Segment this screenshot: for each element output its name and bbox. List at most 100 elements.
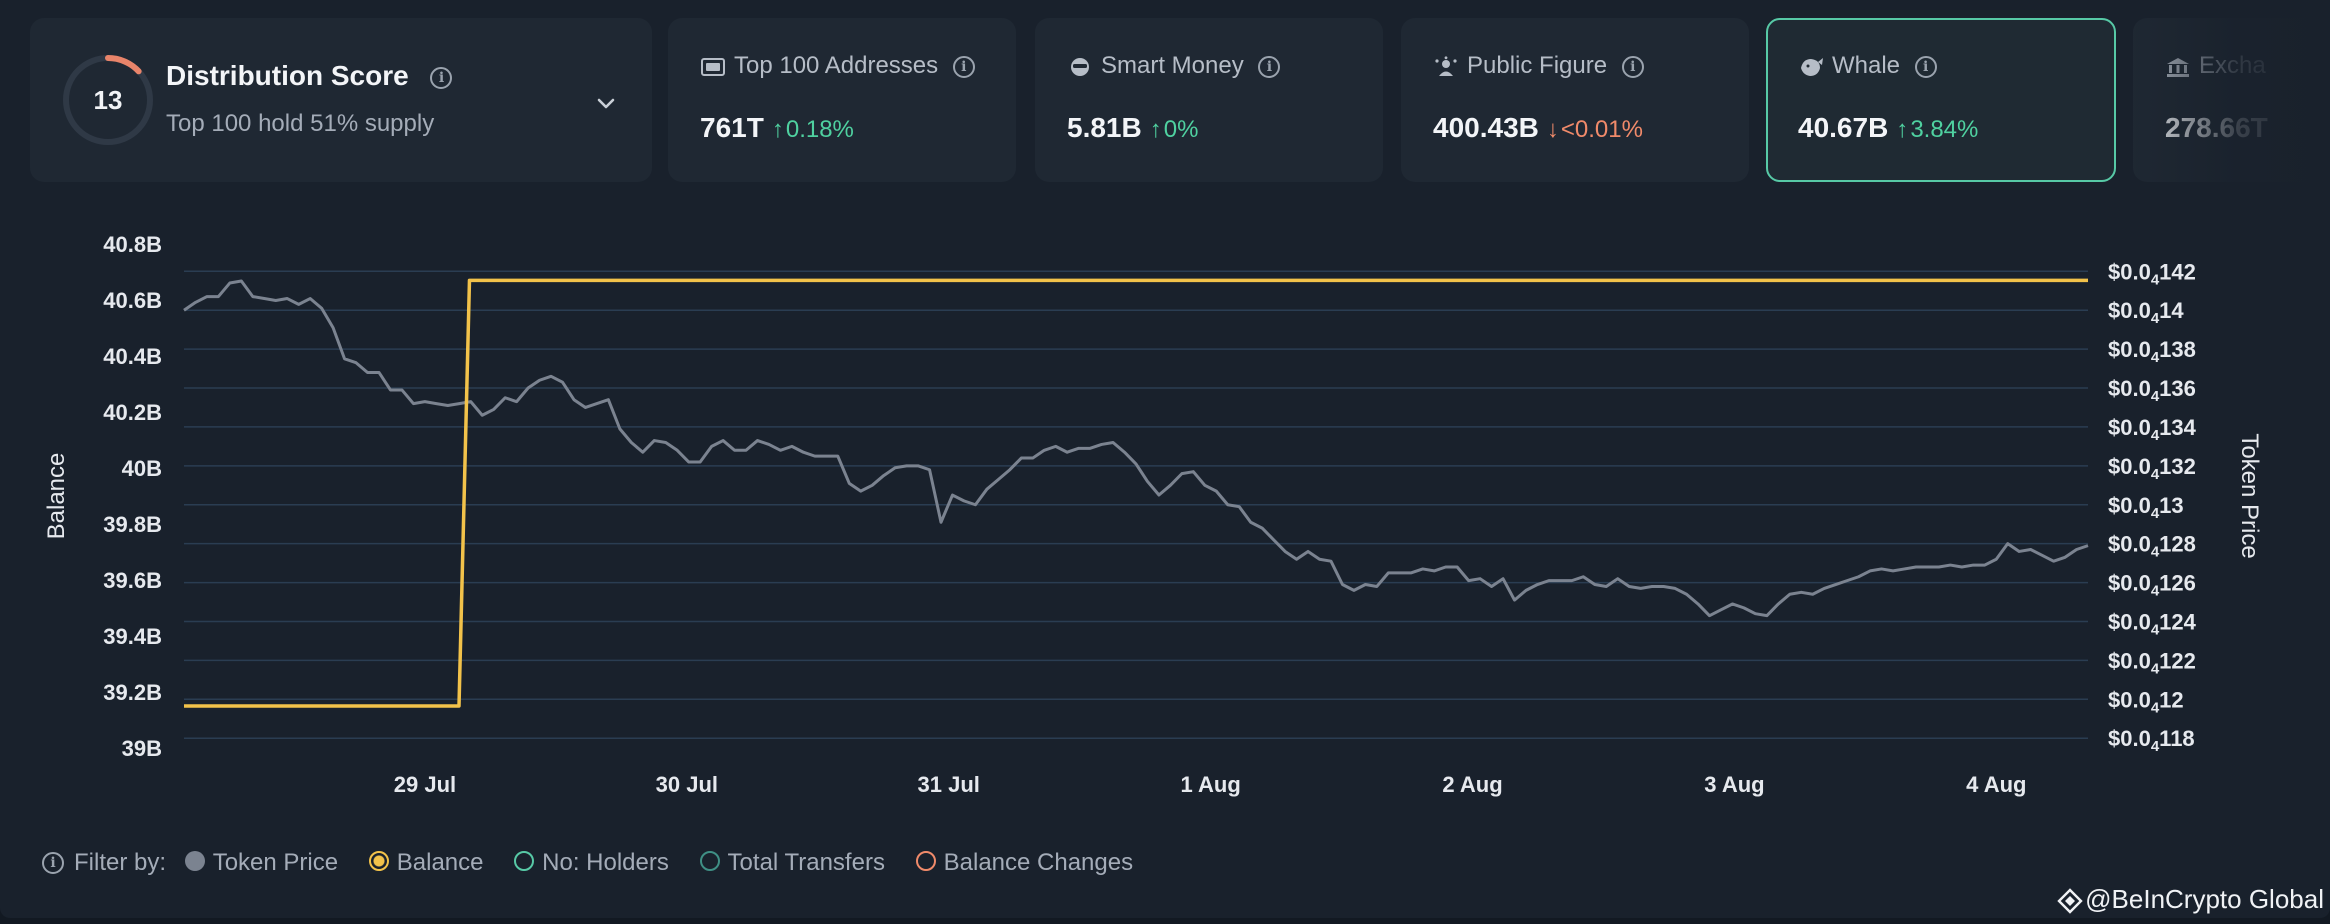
filter-item-label: No: Holders	[542, 848, 669, 876]
filter-label: i Filter by:	[42, 849, 166, 877]
stat-change-text: 0%	[1163, 116, 1199, 143]
left-axis-tick-label: 39.4B	[103, 624, 162, 649]
filter-balance[interactable]: Balance	[368, 848, 484, 877]
filter-dot-icon	[184, 851, 205, 872]
stat-value-row: 278.66T	[2165, 112, 2268, 144]
stat-card-header: Public Figure i	[1433, 52, 1644, 80]
x-axis-tick-label: 31 Jul	[918, 772, 980, 797]
distribution-score-title-text: Distribution Score	[166, 60, 409, 91]
left-axis-tick-label: 40.2B	[103, 400, 162, 425]
right-axis-ticks: $0.04142 $0.0414 $0.04138 $0.04136 $0.04134 $…	[2108, 259, 2197, 755]
stat-change-text: 0.18%	[785, 116, 854, 143]
filter-label-text: Filter by:	[74, 848, 167, 876]
left-axis-tick-label: 39.8B	[103, 512, 162, 537]
stat-label: Public Figure	[1467, 52, 1608, 79]
distribution-score-card[interactable]: 13 Distribution Score i Top 100 hold 51%…	[30, 18, 652, 182]
x-axis-tick-label: 30 Jul	[656, 772, 718, 797]
stat-value: 40.67B	[1798, 112, 1889, 143]
left-axis-tick-label: 40.6B	[103, 288, 162, 313]
beincrypto-logo-icon	[2057, 888, 2083, 914]
stat-change: ↑ 3.84%	[1896, 116, 1979, 143]
watermark-text: @BeInCrypto Global	[2085, 884, 2324, 914]
stat-label: Smart Money	[1101, 52, 1244, 79]
info-icon[interactable]: i	[430, 66, 453, 89]
left-axis-tick-label: 39.6B	[103, 568, 162, 593]
stat-value-row: 400.43B ↓ <0.01%	[1433, 112, 1643, 144]
filter-token-price[interactable]: Token Price	[184, 848, 339, 877]
right-axis-tick-label: $0.0414	[2108, 298, 2184, 327]
whale-icon	[1801, 57, 1823, 76]
stat-card-exchange[interactable]: Excha 278.66T	[2133, 18, 2330, 182]
filter-balance-changes[interactable]: Balance Changes	[915, 849, 1133, 877]
filter-total-transfers[interactable]: Total Transfers	[699, 849, 885, 877]
stat-card-smart-money[interactable]: Smart Money i 5.81B ↑ 0%	[1035, 18, 1383, 182]
stat-card-header: Top 100 Addresses i	[700, 52, 975, 80]
info-icon[interactable]: i	[1914, 55, 1937, 78]
chevron-down-icon[interactable]	[596, 94, 616, 114]
right-axis-tick-label: $0.0412	[2108, 687, 2184, 716]
left-axis-tick-label: 40B	[122, 456, 162, 481]
stat-change: ↓ <0.01%	[1546, 116, 1643, 143]
stat-value: 278.66T	[2165, 112, 2268, 143]
info-icon[interactable]: i	[952, 55, 975, 78]
stat-value: 5.81B	[1067, 112, 1142, 143]
stat-card-header: Smart Money i	[1067, 52, 1281, 80]
stat-label: Top 100 Addresses	[734, 52, 939, 79]
balance-series-line[interactable]	[184, 278, 2088, 708]
filter-bar: i Filter by: Token Price Balance No: Hold…	[42, 848, 1157, 877]
distribution-panel: 13 Distribution Score i Top 100 hold 51%…	[0, 0, 2330, 918]
stat-value-row: 761T ↑ 0.18%	[700, 112, 854, 144]
stat-card-public-figure[interactable]: Public Figure i 400.43B ↓ <0.01%	[1401, 18, 1749, 182]
filter-item-label: Balance	[396, 848, 484, 876]
filter-dot-icon	[915, 851, 936, 872]
distribution-score-value: 13	[93, 85, 123, 115]
stat-card-whale[interactable]: Whale i 40.67B ↑ 3.84%	[1766, 18, 2116, 182]
info-icon[interactable]: i	[1621, 55, 1644, 78]
stat-card-top-100-addresses[interactable]: Top 100 Addresses i 761T ↑ 0.18%	[668, 18, 1016, 182]
smart-money-icon	[1071, 57, 1089, 76]
left-axis-tick-label: 40.8B	[103, 232, 162, 257]
x-axis-tick-label: 3 Aug	[1704, 772, 1764, 797]
exchange-icon	[2167, 57, 2189, 77]
x-axis-tick-label: 2 Aug	[1442, 772, 1502, 797]
right-axis-tick-label: $0.04136	[2108, 376, 2196, 405]
stat-card-header: Whale i	[1798, 52, 1937, 80]
x-axis-tick-label: 4 Aug	[1966, 772, 2026, 797]
filter-no-holders[interactable]: No: Holders	[514, 849, 669, 877]
watermark: @BeInCrypto Global	[2057, 884, 2324, 915]
stat-value: 400.43B	[1433, 112, 1539, 143]
right-axis-tick-label: $0.04122	[2108, 648, 2196, 677]
stat-value-row: 40.67B ↑ 3.84%	[1798, 112, 1978, 144]
x-axis-tick-label: 29 Jul	[394, 772, 456, 797]
left-axis-label: Balance	[43, 453, 70, 540]
left-axis-ticks: 40.8B 40.6B 40.4B 40.2B 40B 39.8B 39.6B 39.4B 39…	[103, 232, 162, 761]
x-axis-tick-label: 1 Aug	[1180, 772, 1240, 797]
right-axis-tick-label: $0.0413	[2108, 493, 2184, 522]
right-axis-tick-label: $0.04124	[2108, 609, 2197, 638]
right-axis-label: Token Price	[2236, 433, 2263, 558]
x-axis-ticks: 29 Jul 30 Jul 31 Jul 1 Aug 2 Aug 3 Aug 4 Aug	[394, 772, 2027, 797]
filter-radio-selected-icon	[368, 851, 389, 872]
right-axis-tick-label: $0.04132	[2108, 454, 2196, 483]
left-axis-tick-label: 40.4B	[103, 344, 162, 369]
stat-change-text: <0.01%	[1560, 116, 1643, 143]
info-icon[interactable]: i	[42, 852, 64, 875]
stat-card-header: Excha	[2165, 52, 2266, 80]
balance-token-price-chart[interactable]: 40.8B 40.6B 40.4B 40.2B 40B 39.8B 39.6B 39.4B 39…	[0, 210, 2330, 810]
left-axis-tick-label: 39.2B	[103, 680, 162, 705]
filter-dot-icon	[514, 851, 535, 872]
stat-change: ↑ 0.18%	[771, 116, 854, 143]
stat-label: Whale	[1832, 52, 1901, 79]
public-figure-icon	[1435, 56, 1457, 76]
right-axis-tick-label: $0.04134	[2108, 415, 2197, 444]
filter-dot-icon	[699, 851, 720, 872]
info-icon[interactable]: i	[1258, 55, 1281, 78]
stat-label: Excha	[2199, 52, 2266, 79]
right-axis-tick-label: $0.04142	[2108, 259, 2196, 288]
filter-item-label: Token Price	[212, 848, 339, 876]
stat-value: 761T	[700, 112, 764, 143]
stat-change-text: 3.84%	[1910, 116, 1979, 143]
right-axis-tick-label: $0.04118	[2108, 726, 2195, 755]
distribution-score-title: Distribution Score i	[166, 60, 453, 92]
distribution-score-subtitle: Top 100 hold 51% supply	[166, 110, 435, 137]
